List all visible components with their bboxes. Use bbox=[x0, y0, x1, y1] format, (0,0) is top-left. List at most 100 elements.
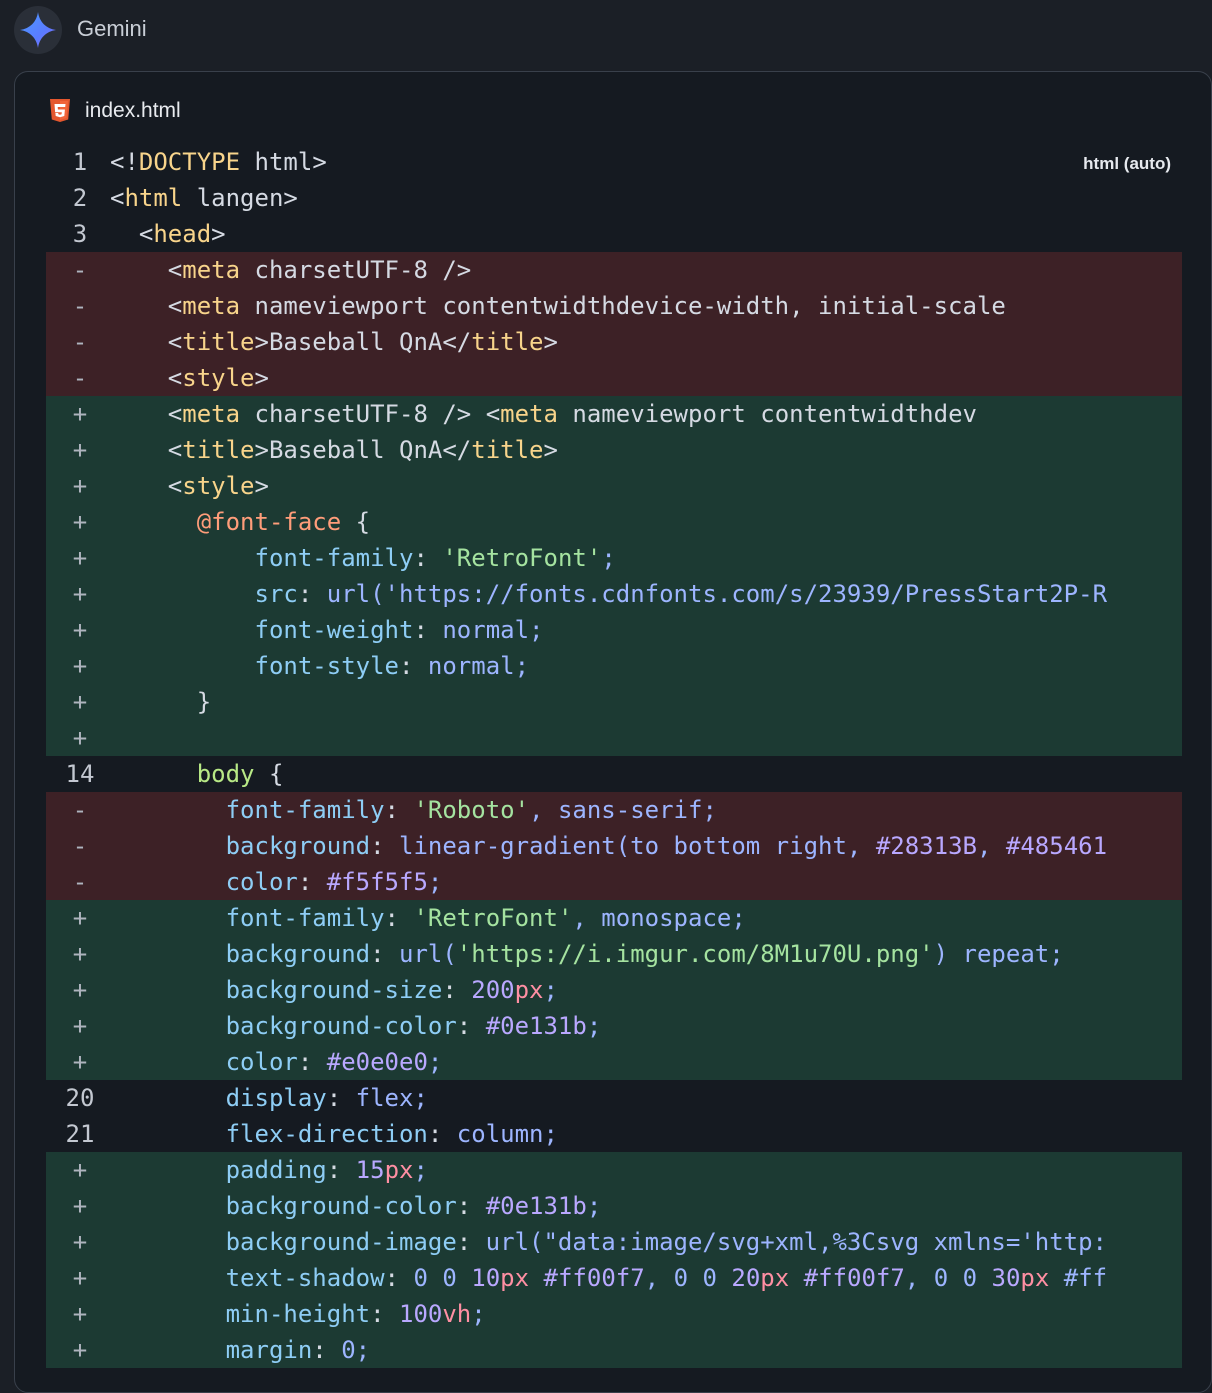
line-number: + bbox=[72, 940, 88, 968]
gemini-avatar bbox=[14, 6, 62, 54]
code-line: 3 <head> bbox=[46, 216, 1182, 252]
diff-code-view[interactable]: 1 <!DOCTYPE html> 2 <html langen> 3 <head> - … bbox=[46, 144, 1182, 1368]
line-code: <title>Baseball QnA</title> bbox=[167, 436, 558, 464]
added-line: + <meta charsetUTF-8 /> <meta nameviewpo… bbox=[46, 396, 1182, 432]
added-line: + background-image: url("data:image/svg+… bbox=[46, 1224, 1182, 1260]
line-code: background-size: 200px; bbox=[225, 976, 558, 1004]
html5-icon bbox=[50, 99, 70, 122]
line-code: background-color: #0e131b; bbox=[225, 1192, 602, 1220]
line-number: + bbox=[72, 436, 88, 464]
line-code: background-color: #0e131b; bbox=[225, 1012, 602, 1040]
added-line: + @font-face { bbox=[46, 504, 1182, 540]
added-line: + } bbox=[46, 684, 1182, 720]
line-code: font-style: normal; bbox=[254, 652, 530, 680]
line-code: margin: 0; bbox=[225, 1336, 371, 1364]
line-number: + bbox=[72, 1048, 88, 1076]
line-number: + bbox=[72, 1336, 88, 1364]
line-number: - bbox=[72, 292, 88, 320]
added-line: + background-color: #0e131b; bbox=[46, 1188, 1182, 1224]
line-code: } bbox=[110, 688, 212, 716]
added-line: + background: url('https://i.imgur.com/8… bbox=[46, 936, 1182, 972]
deleted-line: - color: #f5f5f5; bbox=[46, 864, 1182, 900]
line-code: color: #e0e0e0; bbox=[225, 1048, 443, 1076]
line-number: + bbox=[72, 508, 88, 536]
line-code: font-family: 'Roboto', sans-serif; bbox=[225, 796, 717, 824]
deleted-line: - <style> bbox=[46, 360, 1182, 396]
line-number: + bbox=[72, 472, 88, 500]
line-code: <!DOCTYPE html> bbox=[110, 148, 327, 176]
code-line: 2 <html langen> bbox=[46, 180, 1182, 216]
line-number: + bbox=[72, 1264, 88, 1292]
line-number: + bbox=[72, 904, 88, 932]
code-panel: index.html html (auto) 1 <!DOCTYPE html> 2… bbox=[14, 71, 1212, 1393]
added-line: + font-family: 'RetroFont'; bbox=[46, 540, 1182, 576]
deleted-line: - <meta charsetUTF-8 /> bbox=[46, 252, 1182, 288]
chat-header: Gemini bbox=[0, 0, 1212, 62]
added-line: + color: #e0e0e0; bbox=[46, 1044, 1182, 1080]
gemini-sparkle-icon bbox=[20, 12, 56, 48]
line-number: 21 bbox=[65, 1120, 95, 1148]
line-code: background: linear-gradient(to bottom ri… bbox=[225, 832, 1108, 860]
added-line: + font-style: normal; bbox=[46, 648, 1182, 684]
line-code: padding: 15px; bbox=[225, 1156, 428, 1184]
added-line: + margin: 0; bbox=[46, 1332, 1182, 1368]
line-code: font-family: 'RetroFont', monospace; bbox=[225, 904, 746, 932]
line-number: + bbox=[72, 580, 88, 608]
line-code: <meta nameviewport contentwidthdevice-wi… bbox=[167, 292, 1006, 320]
deleted-line: - <title>Baseball QnA</title> bbox=[46, 324, 1182, 360]
line-number: + bbox=[72, 724, 88, 752]
line-number: + bbox=[72, 1012, 88, 1040]
deleted-line: - font-family: 'Roboto', sans-serif; bbox=[46, 792, 1182, 828]
line-number: - bbox=[72, 328, 88, 356]
added-line: + <style> bbox=[46, 468, 1182, 504]
line-number: 1 bbox=[72, 148, 88, 176]
file-name: index.html bbox=[85, 99, 181, 122]
line-code: text-shadow: 0 0 10px #ff00f7, 0 0 20px … bbox=[225, 1264, 1108, 1292]
line-code: <style> bbox=[167, 472, 269, 500]
assistant-name: Gemini bbox=[77, 16, 147, 41]
line-number: 20 bbox=[65, 1084, 95, 1112]
code-line: 1 <!DOCTYPE html> bbox=[46, 144, 1182, 180]
line-number: - bbox=[72, 256, 88, 284]
line-code: font-family: 'RetroFont'; bbox=[254, 544, 616, 572]
added-line: + src: url('https://fonts.cdnfonts.com/s… bbox=[46, 576, 1182, 612]
line-code: display: flex; bbox=[225, 1084, 428, 1112]
code-line: 21 flex-direction: column; bbox=[46, 1116, 1182, 1152]
line-number: + bbox=[72, 400, 88, 428]
line-number: + bbox=[72, 688, 88, 716]
added-line: + <title>Baseball QnA</title> bbox=[46, 432, 1182, 468]
line-code: <style> bbox=[167, 364, 269, 392]
added-line: + background-color: #0e131b; bbox=[46, 1008, 1182, 1044]
line-code: <title>Baseball QnA</title> bbox=[167, 328, 558, 356]
line-code: background: url('https://i.imgur.com/8M1… bbox=[225, 940, 1064, 968]
line-code: <html langen> bbox=[110, 184, 298, 212]
line-number: + bbox=[72, 544, 88, 572]
line-number: 3 bbox=[72, 220, 88, 248]
line-number: - bbox=[72, 796, 88, 824]
added-line: + background-size: 200px; bbox=[46, 972, 1182, 1008]
line-code: body { bbox=[196, 760, 284, 788]
line-code: src: url('https://fonts.cdnfonts.com/s/2… bbox=[254, 580, 1108, 608]
deleted-line: - background: linear-gradient(to bottom … bbox=[46, 828, 1182, 864]
deleted-line: - <meta nameviewport contentwidthdevice-… bbox=[46, 288, 1182, 324]
line-number: + bbox=[72, 1228, 88, 1256]
line-number: 2 bbox=[72, 184, 88, 212]
line-code: flex-direction: column; bbox=[225, 1120, 558, 1148]
code-line: 20 display: flex; bbox=[46, 1080, 1182, 1116]
added-line: + font-family: 'RetroFont', monospace; bbox=[46, 900, 1182, 936]
line-number: + bbox=[72, 652, 88, 680]
line-code: <meta charsetUTF-8 /> bbox=[167, 256, 472, 284]
line-code: color: #f5f5f5; bbox=[225, 868, 443, 896]
line-number: + bbox=[72, 1300, 88, 1328]
line-number: + bbox=[72, 1192, 88, 1220]
line-code: font-weight: normal; bbox=[254, 616, 544, 644]
line-number: 14 bbox=[65, 760, 95, 788]
code-line: 14 body { bbox=[46, 756, 1182, 792]
added-line: + padding: 15px; bbox=[46, 1152, 1182, 1188]
line-code: min-height: 100vh; bbox=[225, 1300, 486, 1328]
line-number: - bbox=[72, 832, 88, 860]
line-code: background-image: url("data:image/svg+xm… bbox=[225, 1228, 1107, 1256]
line-number: - bbox=[72, 364, 88, 392]
line-code: <meta charsetUTF-8 /> <meta nameviewport… bbox=[167, 400, 977, 428]
line-number: + bbox=[72, 616, 88, 644]
